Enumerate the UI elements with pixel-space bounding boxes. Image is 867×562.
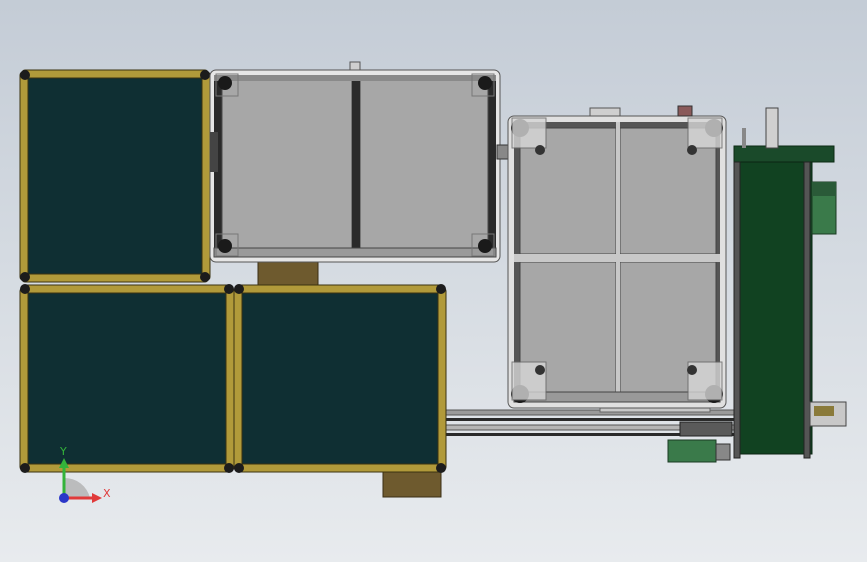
- drive-motor-upper: [811, 181, 837, 235]
- work-table-upper: [209, 61, 501, 263]
- guard-panel-bottom-left: [19, 284, 235, 473]
- guard-panel-top-left: [19, 69, 211, 283]
- triad-x-label: X: [103, 487, 111, 500]
- work-table-right: [507, 105, 727, 409]
- assembly-drawing: Y X: [19, 61, 847, 503]
- guard-panel-bottom-middle: [233, 284, 447, 473]
- cad-viewport[interactable]: Y X: [0, 0, 867, 562]
- triad-y-label: Y: [59, 445, 67, 458]
- belt-conveyor: [733, 107, 847, 459]
- base-block-lower: [382, 471, 442, 498]
